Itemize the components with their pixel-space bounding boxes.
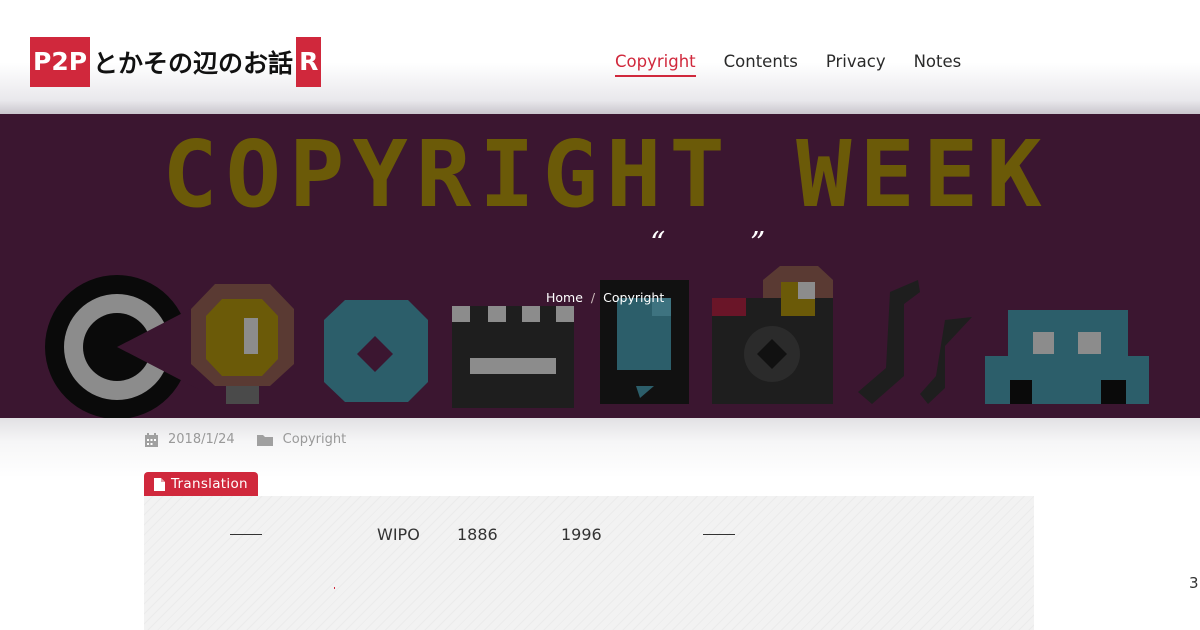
- car-icon: [985, 310, 1149, 404]
- folder-icon: [256, 435, 273, 446]
- calendar-icon: [145, 432, 158, 447]
- camera-icon: [712, 266, 833, 404]
- copyright-icon: [45, 275, 200, 418]
- hero-quote-open: “: [650, 226, 666, 261]
- nav-copyright[interactable]: Copyright: [615, 52, 696, 77]
- site-logo[interactable]: P2P とかその辺のお話 R: [30, 37, 322, 87]
- music-note-icon: [858, 280, 972, 404]
- breadcrumb-home[interactable]: Home: [546, 290, 583, 305]
- dash-right: [703, 534, 735, 535]
- nav-privacy[interactable]: Privacy: [826, 52, 886, 77]
- breadcrumb-separator: /: [590, 290, 596, 305]
- post-category[interactable]: Copyright: [256, 432, 347, 447]
- translation-year-1886: 1886: [457, 525, 498, 544]
- logo-mark-p2p: P2P: [30, 37, 91, 87]
- nav-notes[interactable]: Notes: [914, 52, 962, 77]
- side-number: 3: [1189, 574, 1199, 592]
- meta-band: [0, 418, 1200, 478]
- dash-left: [230, 534, 262, 535]
- copyright-week-artwork: COPYRIGHT WEEK: [45, 121, 1149, 418]
- translation-year-1996: 1996: [561, 525, 602, 544]
- lightbulb-icon: [191, 284, 294, 404]
- post-date-text: 2018/1/24: [168, 432, 235, 447]
- translation-box: [144, 496, 1034, 630]
- logo-title: とかその辺のお話: [93, 49, 294, 78]
- breadcrumb-current[interactable]: Copyright: [603, 290, 664, 305]
- translation-tag-label: Translation: [171, 476, 248, 492]
- hero-banner: COPYRIGHT WEEK “ ” Home / Copyright: [0, 114, 1200, 418]
- document-icon: [154, 477, 165, 491]
- site-header: P2P とかその辺のお話 R Copyright Contents Privac…: [0, 0, 1200, 114]
- logo-mark-r: R: [296, 37, 322, 87]
- clapperboard-icon: [452, 306, 574, 408]
- post-date: 2018/1/24: [145, 432, 235, 447]
- red-mark: [334, 587, 335, 589]
- translation-wipo: WIPO: [377, 525, 420, 544]
- hero-quote-close: ”: [750, 226, 766, 261]
- breadcrumb: Home / Copyright: [546, 290, 664, 305]
- translation-tag: Translation: [144, 472, 258, 496]
- post-category-text[interactable]: Copyright: [283, 432, 347, 447]
- nav-contents[interactable]: Contents: [724, 52, 798, 77]
- post-meta: 2018/1/24 Copyright: [145, 432, 346, 447]
- banner-text: COPYRIGHT WEEK: [162, 121, 1049, 228]
- main-nav: Copyright Contents Privacy Notes: [615, 52, 961, 77]
- cd-icon: [324, 300, 428, 402]
